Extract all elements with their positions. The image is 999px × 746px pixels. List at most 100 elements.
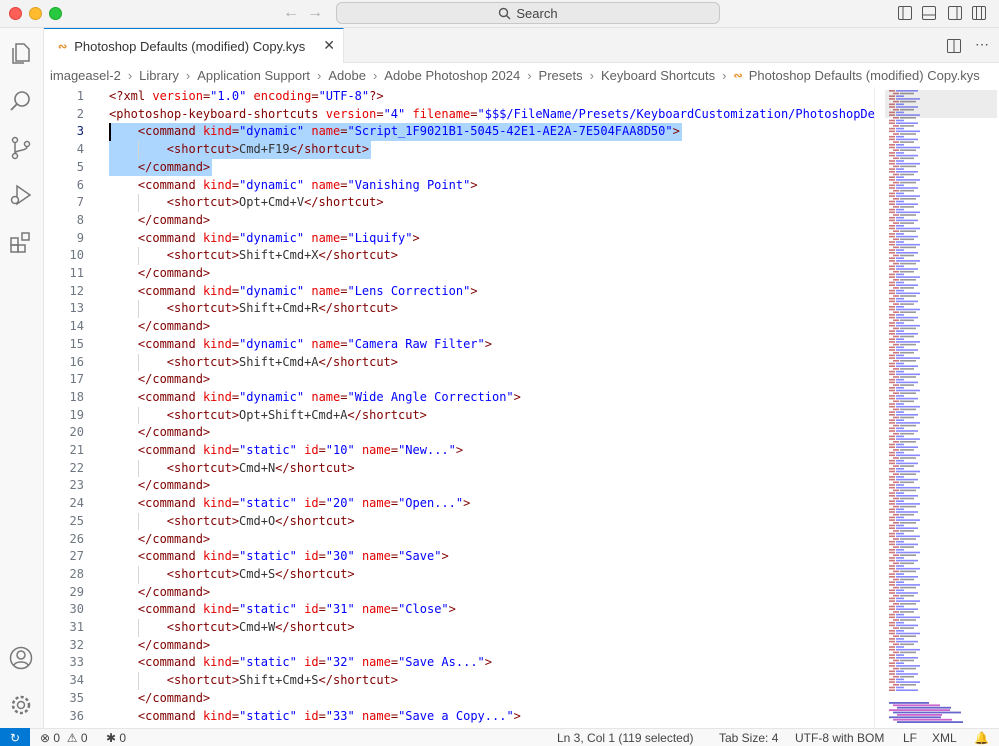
remote-indicator-icon[interactable]: ↻ [0,728,30,746]
customize-layout-icon[interactable] [972,6,986,20]
accounts-icon[interactable] [8,645,34,671]
code-line[interactable]: 19 <shortcut>Opt+Shift+Cmd+A</shortcut> [44,406,874,425]
minimap-token [893,238,899,241]
minimap-token [893,376,899,378]
code-line[interactable]: 32 </command> [44,637,874,655]
tab-active-file[interactable]: ∾ Photoshop Defaults (modified) Copy.kys… [44,28,344,63]
tab-size[interactable]: Tab Size: 4 [719,730,778,746]
code-line[interactable]: 10 <shortcut>Shift+Cmd+X</shortcut> [44,247,874,265]
close-icon[interactable]: ✕ [323,38,335,52]
split-editor-icon[interactable] [947,39,961,53]
minimap-token [893,578,899,581]
maximize-window-button[interactable] [49,7,62,20]
minimap-token [896,341,920,343]
code-line[interactable]: 17 </command> [44,371,874,389]
code-line[interactable]: 4 <shortcut>Cmd+F19</shortcut> [44,141,874,159]
breadcrumb-item[interactable]: Keyboard Shortcuts [601,68,715,83]
code-line[interactable]: 12 <command kind="dynamic" name="Lens Co… [44,283,874,301]
code-line[interactable]: 35 </command> [44,690,874,708]
code-line[interactable]: 25 <shortcut>Cmd+O</shortcut> [44,512,874,531]
code-line[interactable]: 9 <command kind="dynamic" name="Liquify"… [44,230,874,248]
code-line[interactable]: 36 <command kind="static" id="33" name="… [44,708,874,726]
breadcrumb-item[interactable]: Photoshop Defaults (modified) Copy.kys [749,68,980,83]
code-line[interactable]: 24 <command kind="static" id="20" name="… [44,495,874,513]
toggle-secondary-sidebar-icon[interactable] [948,6,962,20]
code-token: <shortcut> [166,407,240,422]
search-icon[interactable] [8,88,34,114]
code-line[interactable]: 18 <command kind="dynamic" name="Wide An… [44,389,874,407]
chevron-right-icon: › [589,67,594,83]
code-line[interactable]: 34 <shortcut>Shift+Cmd+S</shortcut> [44,672,874,690]
code-line[interactable]: 22 <shortcut>Cmd+N</shortcut> [44,459,874,478]
source-control-icon[interactable] [8,135,34,161]
minimap-token [893,141,899,143]
code-line[interactable]: 30 <command kind="static" id="31" name="… [44,601,874,619]
minimap-token [900,384,914,386]
problems-indicator[interactable]: ⊗ 0 ⚠ 0 [40,730,88,746]
minimap-token [893,530,899,532]
minimap-token [896,559,918,562]
minimap-token [893,667,899,670]
code-line[interactable]: 7 <shortcut>Opt+Cmd+V</shortcut> [44,194,874,212]
minimap-token [896,648,920,651]
manage-gear-icon[interactable] [8,692,34,718]
code-line[interactable]: 29 </command> [44,584,874,602]
minimap-token [896,678,904,681]
minimap[interactable] [874,87,999,728]
breadcrumb-item[interactable]: Presets [539,68,583,83]
breadcrumb-item[interactable]: Adobe Photoshop 2024 [384,68,520,83]
toggle-panel-icon[interactable] [922,6,936,20]
cursor-position[interactable]: Ln 3, Col 1 (119 selected) [557,730,694,746]
close-window-button[interactable] [9,7,22,20]
breadcrumb-item[interactable]: Library [139,68,179,83]
ports-indicator[interactable]: ✱ 0 [106,730,126,746]
code-line[interactable]: 27 <command kind="static" id="30" name="… [44,548,874,566]
more-actions-icon[interactable]: ⋯ [975,37,989,53]
line-code: <shortcut>Shift+Cmd+A</shortcut> [109,354,398,372]
code-line[interactable]: 15 <command kind="dynamic" name="Camera … [44,336,874,354]
end-of-line[interactable]: LF [903,730,917,746]
toggle-primary-sidebar-icon[interactable] [898,6,912,20]
breadcrumb-item[interactable]: Application Support [197,68,310,83]
code-line[interactable]: 8 </command> [44,212,874,230]
code-editor[interactable]: 1 <?xml version="1.0" encoding="UTF-8"?> 2… [44,87,874,728]
code-line[interactable]: 26 </command> [44,531,874,549]
code-line[interactable]: 3 <command kind="dynamic" name="Script_1… [44,123,874,142]
minimap-slider[interactable] [885,90,997,118]
extensions-icon[interactable] [8,229,34,255]
code-line[interactable]: 2 <photoshop-keyboard-shortcuts version="… [44,106,874,124]
notifications-bell-icon[interactable]: 🔔 [974,730,989,746]
minimap-token [900,457,916,459]
minimap-token [889,662,895,664]
code-line[interactable]: 23 </command> [44,477,874,495]
code-line[interactable]: 14 </command> [44,318,874,336]
run-debug-icon[interactable] [8,182,34,208]
code-line[interactable]: 5 </command> [44,158,874,177]
code-line[interactable]: 33 <command kind="static" id="32" name="… [44,654,874,672]
minimize-window-button[interactable] [29,7,42,20]
code-line[interactable]: 28 <shortcut>Cmd+S</shortcut> [44,565,874,584]
code-line[interactable]: 1 <?xml version="1.0" encoding="UTF-8"?> [44,88,874,106]
language-mode[interactable]: XML [932,730,957,746]
go-forward-icon[interactable]: → [307,4,323,22]
minimap-token [896,581,904,583]
code-line[interactable]: 11 </command> [44,265,874,283]
breadcrumb-item[interactable]: imageasel-2 [50,68,121,83]
file-encoding[interactable]: UTF-8 with BOM [795,730,884,746]
breadcrumb-item[interactable]: Adobe [328,68,366,83]
minimap-token [889,422,895,424]
line-code: <command kind="static" id="20" name="Ope… [109,495,470,513]
minimap-token [896,176,904,178]
code-line[interactable]: 13 <shortcut>Shift+Cmd+R</shortcut> [44,300,874,319]
code-line[interactable]: 6 <command kind="dynamic" name="Vanishin… [44,177,874,195]
code-line[interactable]: 21 <command kind="static" id="10" name="… [44,442,874,460]
minimap-token [896,241,904,243]
code-line[interactable]: 31 <shortcut>Cmd+W</shortcut> [44,619,874,637]
go-back-icon[interactable]: ← [283,4,299,22]
code-line[interactable]: 20 </command> [44,424,874,442]
explorer-icon[interactable] [8,40,34,66]
code-token: <shortcut> [166,566,240,581]
code-line[interactable]: 16 <shortcut>Shift+Cmd+A</shortcut> [44,353,874,372]
command-center-search[interactable]: Search [336,2,720,24]
